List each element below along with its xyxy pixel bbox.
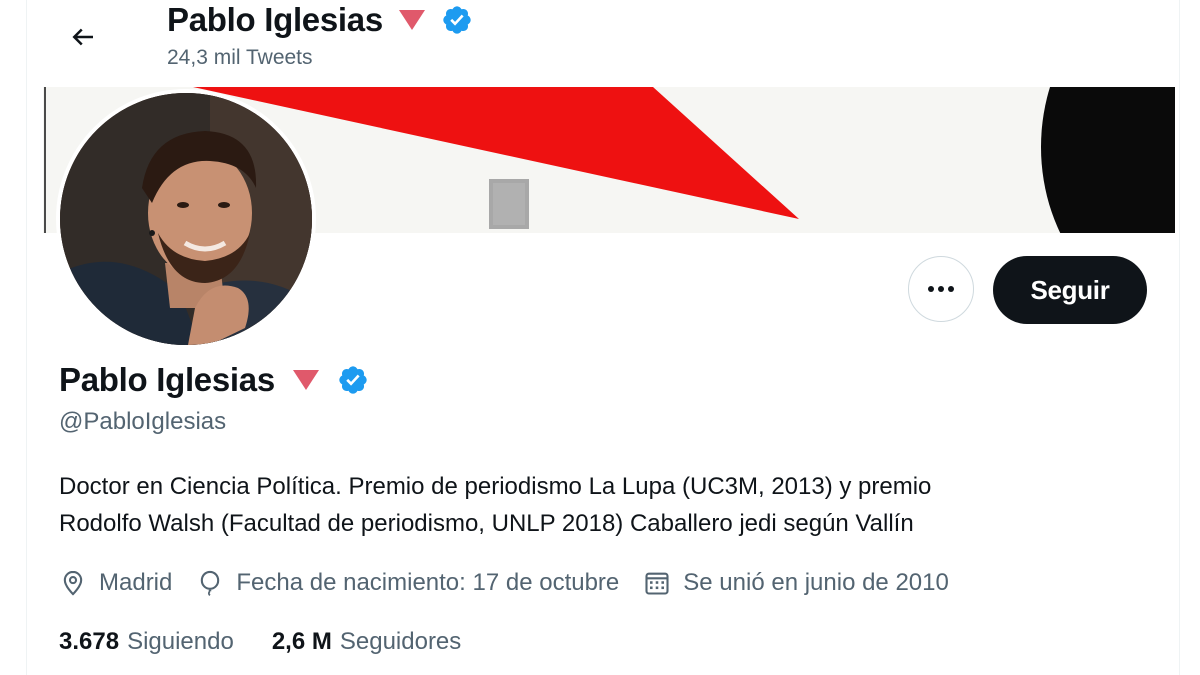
joined-text: Se unió en junio de 2010 [683, 569, 949, 596]
balloon-icon [201, 570, 220, 596]
following-count: 3.678 [59, 628, 120, 655]
header-name: Pablo Iglesias [167, 1, 383, 38]
followers-label: Seguidores [339, 628, 462, 655]
location-text: Madrid [99, 569, 173, 596]
birthday-text: Fecha de nacimiento: 17 de octubre [236, 569, 620, 596]
birthday-item: Fecha de nacimiento: 17 de octubre [196, 569, 619, 597]
bio-line: Doctor en Ciencia Política. Premio de pe… [59, 473, 932, 500]
following-link[interactable]: 3.678 Siguiendo [59, 628, 234, 656]
following-label: Siguiendo [127, 628, 234, 655]
avatar-photo [60, 93, 312, 345]
profile-name: Pablo Iglesias [59, 361, 275, 398]
location-pin-icon [63, 570, 83, 596]
profile-meta: Madrid Fecha de nacimiento: 17 de octubr… [59, 563, 973, 603]
verified-badge-icon[interactable] [337, 364, 369, 396]
more-horizontal-icon [928, 286, 954, 292]
followers-count: 2,6 M [271, 628, 332, 655]
profile-avatar[interactable] [56, 89, 316, 349]
red-triangle-down-icon [398, 10, 425, 30]
more-options-button[interactable] [908, 256, 974, 322]
follow-button[interactable]: Seguir [993, 256, 1147, 324]
header-tweet-count: 24,3 mil Tweets [167, 46, 313, 69]
red-triangle-down-icon [292, 370, 319, 390]
profile-header-bar: Pablo Iglesias 24,3 mil Tweets [27, 0, 1179, 86]
back-button[interactable] [61, 15, 105, 59]
header-title-row: Pablo Iglesias [167, 0, 473, 40]
profile-name-row: Pablo Iglesias [59, 358, 369, 402]
followers-link[interactable]: 2,6 M Seguidores [272, 628, 461, 656]
location-item: Madrid [59, 569, 172, 597]
profile-stats: 3.678 Siguiendo 2,6 M Seguidores [59, 622, 499, 662]
arrow-left-icon [72, 28, 93, 46]
calendar-icon [645, 572, 669, 595]
profile-page: Pablo Iglesias 24,3 mil Tweets Seguir Pa… [26, 0, 1180, 675]
joined-item: Se unió en junio de 2010 [643, 569, 949, 597]
verified-badge-icon [443, 6, 471, 34]
profile-bio: Doctor en Ciencia Política. Premio de pe… [59, 468, 1159, 542]
bio-line: Rodolfo Walsh (Facultad de periodismo, U… [59, 510, 914, 537]
profile-handle: @PabloIglesias [59, 408, 227, 435]
